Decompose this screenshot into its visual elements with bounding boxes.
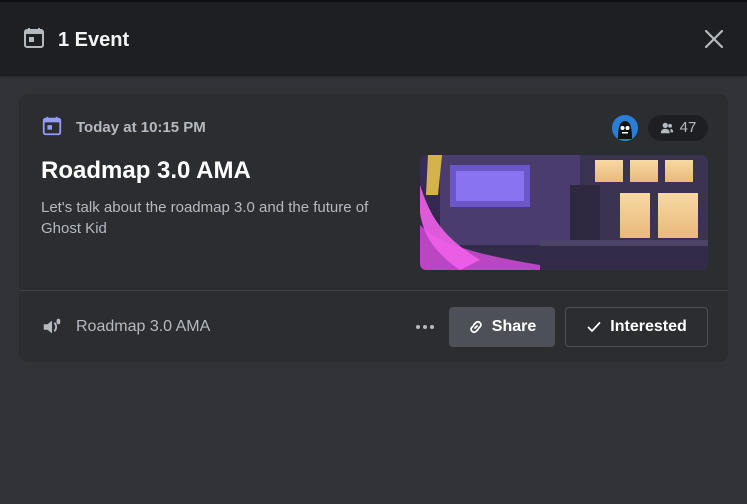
interested-count: 47 bbox=[679, 119, 697, 136]
more-dot bbox=[423, 325, 427, 329]
neon-city-image bbox=[420, 155, 708, 270]
stage-channel-icon bbox=[43, 318, 61, 334]
interested-button[interactable]: Interested bbox=[565, 307, 708, 347]
event-card[interactable]: Today at 10:15 PM 47 Roadmap 3.0 AMA Let… bbox=[19, 94, 728, 362]
interested-button-label: Interested bbox=[610, 318, 687, 335]
card-divider bbox=[19, 290, 728, 291]
checkmark-icon bbox=[587, 322, 601, 332]
calendar-icon bbox=[24, 28, 44, 48]
event-cover-image bbox=[420, 155, 708, 270]
link-icon bbox=[469, 320, 482, 334]
modal-title: 1 Event bbox=[58, 29, 130, 51]
event-time: Today at 10:15 PM bbox=[76, 119, 206, 136]
people-icon bbox=[660, 122, 673, 134]
more-dot bbox=[416, 325, 420, 329]
share-button[interactable]: Share bbox=[449, 307, 555, 347]
ghost-avatar-icon bbox=[612, 115, 638, 141]
event-calendar-icon bbox=[42, 116, 62, 136]
more-options-icon[interactable] bbox=[414, 314, 436, 340]
more-dot bbox=[430, 325, 434, 329]
host-avatar[interactable] bbox=[612, 115, 638, 141]
event-description: Let's talk about the roadmap 3.0 and the… bbox=[41, 199, 369, 237]
event-channel-name[interactable]: Roadmap 3.0 AMA bbox=[76, 318, 210, 336]
share-button-label: Share bbox=[491, 318, 537, 335]
modal-header: 1 Event bbox=[0, 2, 747, 75]
close-icon[interactable] bbox=[702, 27, 726, 51]
event-title: Roadmap 3.0 AMA bbox=[41, 157, 251, 184]
interested-count-badge[interactable]: 47 bbox=[648, 115, 708, 141]
